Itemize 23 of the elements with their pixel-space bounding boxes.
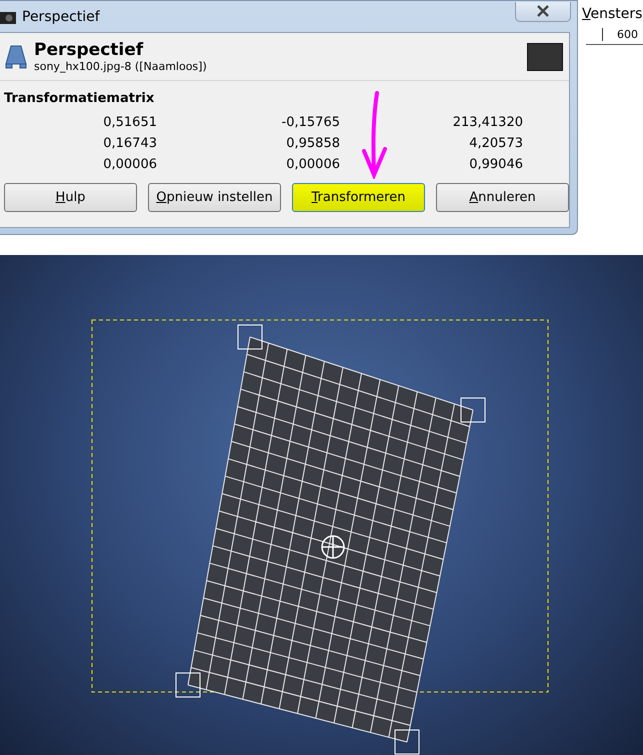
matrix-title: Transformatiematrix [3, 90, 156, 106]
matrix-value: 213,41320 [452, 114, 523, 131]
camera-icon [0, 10, 16, 24]
matrix-value: 4,20573 [468, 135, 523, 152]
image-name: sony_hx100.jpg-8 ([Naamloos]) [34, 60, 208, 74]
matrix-value: 0,16743 [102, 135, 157, 152]
matrix-value: 0,99046 [468, 156, 523, 173]
close-icon [536, 5, 550, 17]
close-button[interactable] [515, 2, 571, 22]
matrix-value: 0,51651 [102, 114, 157, 131]
dialog-button[interactable]: Annuleren [436, 183, 569, 212]
ruler-label: 600 [602, 28, 638, 41]
window-title: Perspectief [22, 8, 101, 24]
matrix-value: -0,15765 [280, 114, 340, 131]
perspective-tool-icon [4, 44, 28, 70]
matrix-value: 0,95858 [285, 135, 340, 152]
image-thumbnail [527, 42, 563, 70]
menu-item[interactable]: Vensters [578, 0, 643, 28]
matrix-value: 0,00006 [102, 156, 157, 173]
dialog-button[interactable]: Hulp [4, 183, 137, 212]
dialog-button[interactable]: Opnieuw instellen [148, 183, 281, 212]
matrix-value: 0,00006 [285, 156, 340, 173]
dialog-title: Perspectief [34, 40, 144, 60]
